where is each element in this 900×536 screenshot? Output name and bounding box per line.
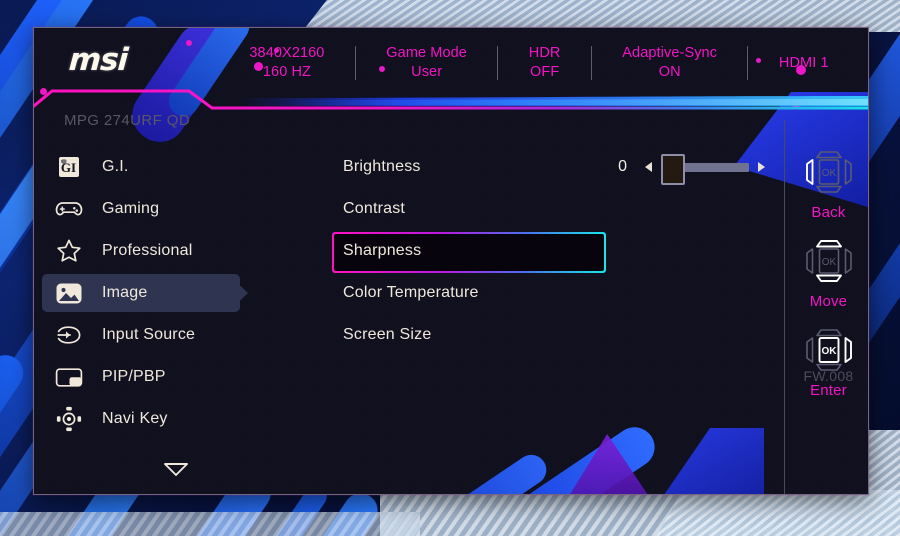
sidebar-item-label: Input Source (102, 326, 196, 343)
nav-button-move[interactable]: OK Move (789, 235, 868, 310)
status-input-value: HDMI 1 (778, 54, 829, 71)
wallpaper-stripe-pane (0, 512, 420, 536)
status-resolution-value: 3840X2160 (249, 45, 325, 61)
gamepad-icon (54, 195, 84, 223)
sidebar-item-label: G.I. (102, 158, 129, 175)
sidebar-item-label: Gaming (102, 200, 160, 217)
sidebar-item-professional[interactable]: Professional (42, 230, 292, 272)
gaming-intelligence-icon: GI (54, 153, 84, 181)
panel-deco-shape (644, 428, 764, 494)
pip-pbp-icon (54, 363, 84, 391)
panel-deco-shape (435, 449, 553, 494)
setting-label: Contrast (343, 200, 406, 217)
status-refresh-rate-value: 160 HZ (262, 64, 312, 80)
sidebar-menu: GI G.I. Gaming Professional Image Input … (42, 146, 292, 440)
status-hdr-value: OFF (529, 64, 560, 80)
sidebar-item-pip-pbp[interactable]: PIP/PBP (42, 356, 292, 398)
status-item-input: HDMI 1 (748, 54, 859, 73)
status-item-adaptive-sync: Adaptive-Sync ON (592, 44, 748, 82)
setting-label: Brightness (343, 158, 421, 175)
status-hdr-label: HDR (528, 45, 561, 61)
nav-button-back[interactable]: OK Back (789, 146, 868, 221)
sidebar-item-label: Professional (102, 242, 193, 259)
chevron-down-icon (164, 463, 188, 476)
setting-label: Sharpness (343, 242, 422, 259)
brightness-slider-control[interactable]: 0 (601, 146, 801, 188)
sidebar-item-label: Navi Key (102, 410, 168, 427)
sidebar-item-gi[interactable]: GI G.I. (42, 146, 292, 188)
triangle-right-icon[interactable] (758, 162, 765, 172)
setting-label: Color Temperature (343, 284, 479, 301)
setting-row-color-temperature[interactable]: Color Temperature (311, 272, 601, 314)
triangle-left-icon[interactable] (645, 162, 652, 172)
svg-text:OK: OK (821, 346, 837, 357)
scroll-down-button[interactable] (162, 461, 190, 482)
sidebar-item-label: PIP/PBP (102, 368, 166, 385)
header-divider (34, 89, 868, 110)
nav-button-label: Move (809, 293, 848, 310)
status-item-resolution: 3840X2160 160 HZ (219, 44, 355, 82)
svg-text:OK: OK (821, 168, 836, 179)
status-bar: 3840X2160 160 HZ Game Mode User HDR OFF … (219, 40, 859, 86)
slider-track[interactable] (661, 153, 749, 185)
navpad-left-icon: OK (805, 151, 852, 193)
star-icon (54, 237, 84, 265)
status-item-game-mode: Game Mode User (356, 44, 497, 82)
nav-button-label: Enter (810, 382, 847, 399)
status-game-mode-value: User (411, 64, 443, 80)
navi-key-icon (54, 405, 84, 433)
osd-panel: msi 3840X2160 160 HZ Game Mode User HDR … (33, 27, 869, 495)
sidebar-selection-arrow (228, 274, 248, 312)
status-game-mode-label: Game Mode (386, 45, 467, 61)
sidebar-item-navi-key[interactable]: Navi Key (42, 398, 292, 440)
navpad-updown-icon: OK (805, 240, 852, 282)
status-adaptive-sync-value: ON (658, 64, 681, 80)
msi-logo: msi (67, 42, 129, 78)
setting-row-sharpness[interactable]: Sharpness (311, 230, 606, 273)
picture-icon (54, 279, 84, 307)
firmware-version: FW.008 (803, 368, 854, 384)
sidebar-item-image[interactable]: Image (42, 272, 292, 314)
slider-handle[interactable] (661, 153, 685, 185)
setting-row-contrast[interactable]: Contrast (311, 188, 601, 230)
nav-column-divider (784, 120, 785, 494)
settings-list: Brightness Contrast Sharpness Color Temp… (311, 146, 606, 356)
input-arrow-icon (54, 321, 84, 349)
slider-value: 0 (618, 158, 627, 175)
setting-row-brightness[interactable]: Brightness (311, 146, 601, 188)
status-item-hdr: HDR OFF (498, 44, 591, 82)
sidebar-item-gaming[interactable]: Gaming (42, 188, 292, 230)
setting-label: Screen Size (343, 326, 432, 343)
osd-header: msi 3840X2160 160 HZ Game Mode User HDR … (34, 28, 868, 92)
sidebar-item-input-source[interactable]: Input Source (42, 314, 292, 356)
nav-button-enter[interactable]: OK Enter (789, 324, 868, 399)
setting-row-screen-size[interactable]: Screen Size (311, 314, 601, 356)
sidebar-item-label: Image (102, 284, 148, 301)
panel-deco-shape (564, 434, 654, 494)
panel-deco-shape (515, 419, 663, 494)
nav-button-label: Back (811, 204, 846, 221)
status-adaptive-sync-label: Adaptive-Sync (622, 45, 718, 61)
svg-text:OK: OK (821, 257, 836, 268)
